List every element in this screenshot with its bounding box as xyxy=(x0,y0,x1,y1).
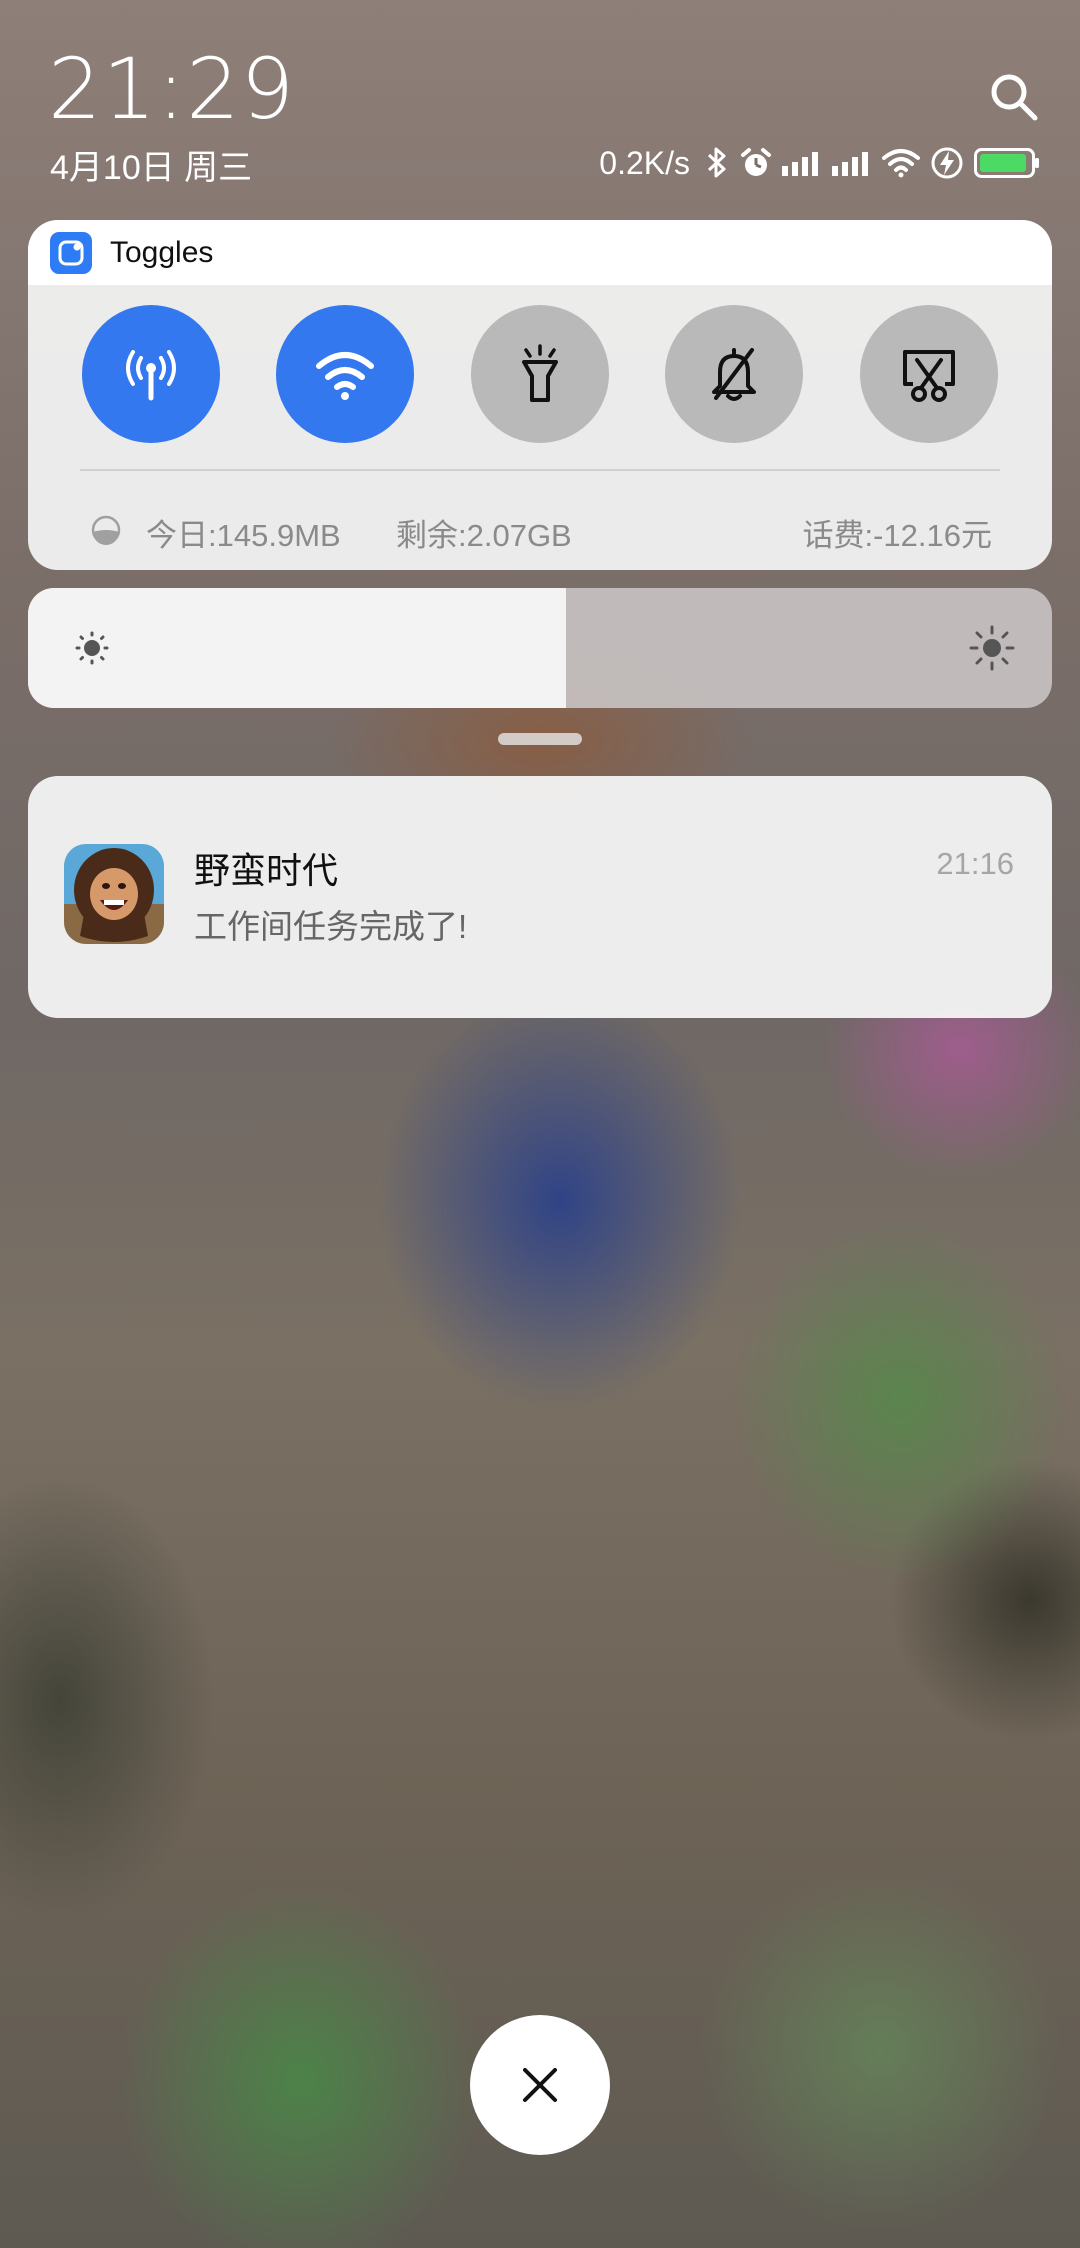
notification-time: 21:16 xyxy=(936,846,1014,881)
search-icon xyxy=(991,74,1038,121)
panel-drag-handle[interactable] xyxy=(498,733,582,745)
alarm-icon xyxy=(741,148,771,176)
wifi-toggle[interactable] xyxy=(276,305,414,443)
bluetooth-icon xyxy=(707,147,726,178)
mobile-data-toggle[interactable] xyxy=(82,305,220,443)
screenshot-toggle[interactable] xyxy=(860,305,998,443)
toggles-app-icon xyxy=(50,231,92,274)
data-remaining: 剩余:2.07GB xyxy=(396,518,572,553)
mute-toggle[interactable] xyxy=(665,305,803,443)
toggles-header[interactable]: Toggles xyxy=(28,220,1052,285)
brightness-high-icon xyxy=(969,625,1015,671)
bell-off-icon xyxy=(712,348,756,401)
status-icons: 0.2K/s xyxy=(599,138,1040,188)
brightness-low-icon xyxy=(75,631,109,665)
toggles-card: Toggles 今日:145.9MB 剩余:2.07GB 话费:-12.16元 xyxy=(28,220,1052,570)
toggle-row xyxy=(28,305,1052,445)
divider xyxy=(80,469,1000,471)
phone-balance: 话费:-12.16元 xyxy=(802,518,992,553)
search-button[interactable] xyxy=(985,68,1045,128)
signal-icon xyxy=(782,152,818,176)
close-icon xyxy=(523,2068,557,2102)
date[interactable]: 4月10日 周三 xyxy=(50,140,252,189)
signal-icon xyxy=(832,152,868,176)
network-speed: 0.2K/s xyxy=(599,144,690,181)
wifi-icon xyxy=(316,352,374,400)
flashlight-icon xyxy=(522,344,558,402)
battery-icon xyxy=(974,148,1039,178)
notification-title: 野蛮时代 xyxy=(194,850,339,891)
wifi-icon xyxy=(882,149,920,178)
toggles-title: Toggles xyxy=(110,235,214,269)
data-today: 今日:145.9MB xyxy=(146,518,341,553)
caveman-app-icon xyxy=(64,844,164,944)
clock[interactable]: 21:29 xyxy=(48,40,295,138)
charging-icon xyxy=(931,147,963,179)
flashlight-toggle[interactable] xyxy=(471,305,609,443)
clear-notifications-button[interactable] xyxy=(470,2015,610,2155)
notification-card[interactable]: 野蛮时代 工作间任务完成了! 21:16 xyxy=(28,776,1052,1018)
data-usage-row[interactable]: 今日:145.9MB 剩余:2.07GB 话费:-12.16元 xyxy=(28,500,1052,560)
screenshot-icon xyxy=(903,350,955,402)
notification-body: 工作间任务完成了! xyxy=(194,908,468,945)
antenna-icon xyxy=(126,350,176,401)
data-usage-icon xyxy=(91,515,121,545)
brightness-slider[interactable] xyxy=(28,588,1052,708)
